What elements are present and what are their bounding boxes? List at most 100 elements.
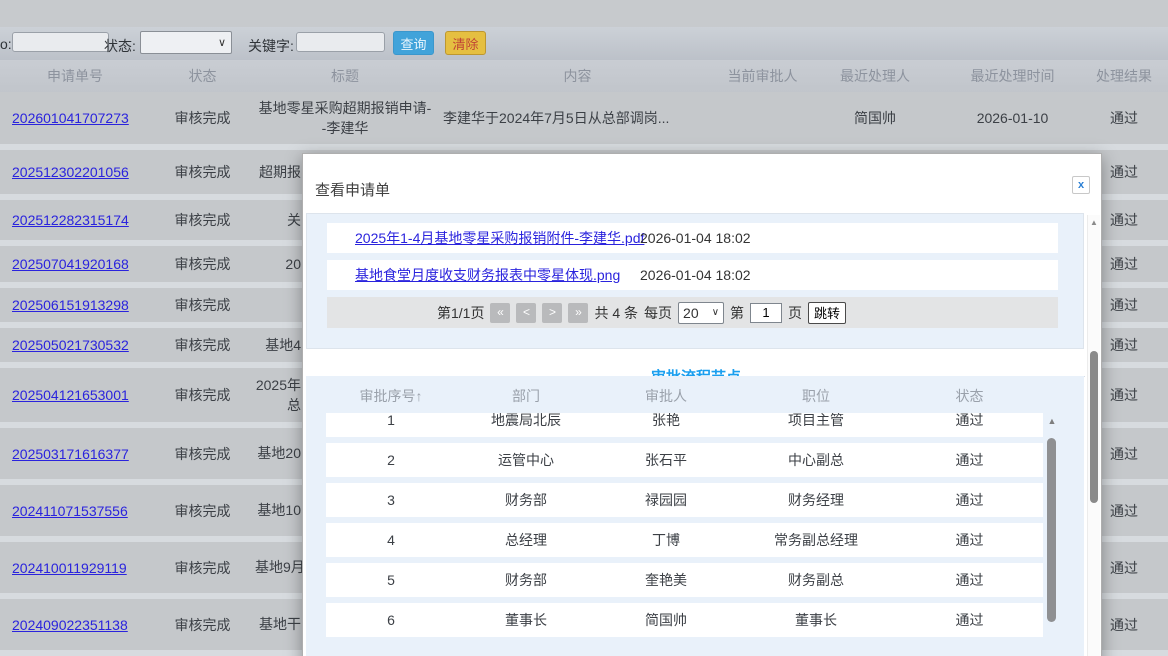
flow-position-cell: 财务副总 (736, 570, 896, 590)
flow-approver-cell: 张艳 (596, 413, 736, 430)
attachments-panel: 2025年1-4月基地零星采购报销附件-李建华.pdf2026-01-04 18… (306, 213, 1084, 349)
flow-row: 5财务部奎艳美财务副总通过 (326, 563, 1043, 597)
close-icon: x (1078, 179, 1084, 191)
application-no-cell: 202507041920168 (0, 256, 150, 272)
view-application-modal: 查看申请单 x 2025年1-4月基地零星采购报销附件-李建华.pdf2026-… (302, 153, 1102, 656)
attachment-time: 2026-01-04 18:02 (640, 230, 1058, 246)
flow-dept-cell: 董事长 (456, 610, 596, 630)
flow-status-cell: 通过 (896, 610, 1043, 630)
application-no-link[interactable]: 202505021730532 (12, 337, 129, 353)
title-cell: 基地零星采购超期报销申请--李建华 (255, 98, 435, 139)
last-page-button[interactable]: » (568, 303, 588, 323)
page-number-input[interactable] (750, 303, 782, 323)
flow-scrollbar[interactable]: ▲ ▼ (1045, 416, 1059, 656)
title-line: 基地干 (255, 614, 301, 634)
status-cell: 审核完成 (150, 444, 255, 464)
status-label: 状态: (104, 36, 136, 56)
first-page-button[interactable]: « (490, 303, 510, 323)
column-header: 申请单号 (0, 66, 150, 86)
title-line: 基地零星采购超期报销申请- (255, 98, 435, 118)
application-no-cell: 202601041707273 (0, 110, 150, 126)
flow-scrollbar-thumb[interactable] (1047, 438, 1056, 622)
application-no-link[interactable]: 202506151913298 (12, 297, 129, 313)
flow-row: 6董事长简国帅董事长通过 (326, 603, 1043, 637)
application-no-cell: 202506151913298 (0, 297, 150, 313)
title-line: 20 (255, 254, 301, 274)
flow-column-header: 职位 (736, 386, 896, 406)
application-no-cell: 202411071537556 (0, 503, 150, 519)
application-no-cell: 202512302201056 (0, 164, 150, 180)
flow-column-header: 状态 (896, 386, 1043, 406)
clear-button[interactable]: 清除 (445, 31, 486, 55)
application-no-link[interactable]: 202601041707273 (12, 110, 129, 126)
flow-row: 1地震局北辰张艳项目主管通过 (326, 413, 1043, 437)
flow-dept-cell: 财务部 (456, 490, 596, 510)
application-no-link[interactable]: 202409022351138 (12, 617, 128, 633)
flow-approver-cell: 简国帅 (596, 610, 736, 630)
flow-position-cell: 常务副总经理 (736, 530, 896, 550)
attachment-link[interactable]: 2025年1-4月基地零星采购报销附件-李建华.pdf (355, 230, 644, 246)
flow-seq-cell: 3 (326, 492, 456, 508)
per-page-select[interactable]: 20 ∨ (678, 302, 724, 324)
application-no-link[interactable]: 202410011929119 (12, 560, 127, 576)
title-line: 基地4 (255, 335, 301, 355)
column-header: 标题 (255, 66, 435, 86)
application-no-link[interactable]: 202512302201056 (12, 164, 129, 180)
chevron-down-icon: ∨ (218, 36, 226, 49)
query-button[interactable]: 查询 (393, 31, 434, 55)
application-no-link[interactable]: 202504121653001 (12, 387, 129, 403)
scroll-up-icon[interactable]: ▲ (1088, 218, 1100, 227)
modal-scrollbar[interactable]: ▲ (1087, 215, 1100, 656)
title-line: 基地9月 (255, 557, 301, 577)
keyword-input[interactable] (296, 32, 385, 52)
application-no-cell: 202505021730532 (0, 337, 150, 353)
application-no-link[interactable]: 202507041920168 (12, 256, 129, 272)
recent-handler-cell: 简国帅 (805, 108, 945, 128)
search-toolbar: o: 状态: ∨ 关键字: 查询 清除 (0, 27, 1168, 61)
flow-position-cell: 财务经理 (736, 490, 896, 510)
next-page-button[interactable]: > (542, 303, 562, 323)
application-no-link[interactable]: 202411071537556 (12, 503, 128, 519)
per-page-label: 每页 (644, 303, 672, 323)
flow-approver-cell: 丁博 (596, 530, 736, 550)
jump-button[interactable]: 跳转 (808, 302, 846, 324)
column-header: 状态 (150, 66, 255, 86)
flow-panel: 审批序号↑部门审批人职位状态 1地震局北辰张艳项目主管通过2运管中心张石平中心副… (306, 376, 1084, 656)
title-line: 基地20 (255, 443, 301, 463)
application-no-cell: 202512282315174 (0, 212, 150, 228)
title-line: 关 (255, 210, 301, 230)
prev-page-button[interactable]: < (516, 303, 536, 323)
modal-scrollbar-thumb[interactable] (1090, 351, 1098, 503)
application-no-link[interactable]: 202512282315174 (12, 212, 129, 228)
flow-seq-cell: 5 (326, 572, 456, 588)
status-cell: 审核完成 (150, 162, 255, 182)
flow-column-header: 审批序号↑ (326, 386, 456, 406)
flow-status-cell: 通过 (896, 450, 1043, 470)
application-no-cell: 202410011929119 (0, 560, 150, 576)
id-input[interactable] (12, 32, 109, 52)
flow-approver-cell: 奎艳美 (596, 570, 736, 590)
close-button[interactable]: x (1072, 176, 1090, 194)
column-header: 当前审批人 (720, 66, 805, 86)
flow-seq-cell: 6 (326, 612, 456, 628)
chevron-down-icon: ∨ (712, 307, 719, 318)
main-table-header: 申请单号状态标题内容当前审批人最近处理人最近处理时间处理结果 (0, 60, 1168, 92)
flow-seq-cell: 1 (326, 413, 456, 428)
status-select[interactable]: ∨ (140, 31, 232, 54)
flow-seq-cell: 2 (326, 452, 456, 468)
attachment-row: 基地食堂月度收支财务报表中零星体现.png2026-01-04 18:02 (327, 260, 1058, 290)
application-no-link[interactable]: 202503171616377 (12, 446, 129, 462)
page-jump-prefix: 第 (730, 303, 744, 323)
flow-dept-cell: 运管中心 (456, 450, 596, 470)
flow-status-cell: 通过 (896, 490, 1043, 510)
status-cell: 审核完成 (150, 615, 255, 635)
flow-row: 2运管中心张石平中心副总通过 (326, 443, 1043, 477)
attachment-link[interactable]: 基地食堂月度收支财务报表中零星体现.png (355, 267, 620, 283)
top-strip (0, 0, 1168, 27)
flow-status-cell: 通过 (896, 413, 1043, 430)
keyword-label: 关键字: (248, 36, 294, 56)
status-cell: 审核完成 (150, 295, 255, 315)
status-cell: 审核完成 (150, 335, 255, 355)
column-header: 最近处理人 (805, 66, 945, 86)
scroll-up-icon[interactable]: ▲ (1045, 416, 1059, 426)
